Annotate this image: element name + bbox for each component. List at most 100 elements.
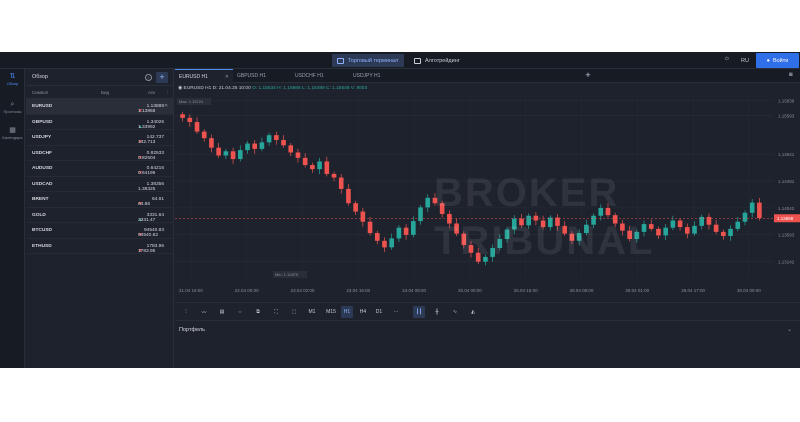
candle-body xyxy=(360,211,366,222)
info-icon[interactable]: i xyxy=(145,74,152,81)
ask-price: 142.737 xyxy=(146,135,164,140)
y-tick-label: 1.14042 xyxy=(778,206,795,211)
indicators-icon[interactable]: ⫶ xyxy=(180,306,192,318)
candle-body xyxy=(194,122,200,132)
area-chart-type-icon[interactable]: ◭ xyxy=(467,306,479,318)
candle-body xyxy=(295,152,301,158)
portfolio-panel: Портфель ⌄ xyxy=(175,320,800,368)
screenshot-camera-icon[interactable]: ◙ xyxy=(789,72,793,78)
remove-symbol-icon[interactable]: ✕ xyxy=(164,104,168,109)
watchlist-row[interactable]: EURUSD ▼ 1.13868 1.13889 ✕ xyxy=(26,99,173,115)
timeframe-h1[interactable]: H1 xyxy=(341,306,353,318)
candle-body xyxy=(230,151,236,160)
login-label: Войти xyxy=(772,57,789,64)
nav-item-forecasts[interactable]: ⌕ Прогнозы xyxy=(0,101,25,114)
y-tick-label: 1.15593 xyxy=(778,113,795,118)
nav-item-label: Обзор xyxy=(6,81,19,86)
compare-icon[interactable]: ⧉ xyxy=(252,306,264,318)
candle-body xyxy=(670,220,676,228)
bid-value: 64.86 xyxy=(138,202,151,207)
candle-body xyxy=(281,139,286,146)
bid-value: 1.38325 xyxy=(138,186,156,192)
ask-price: 1.13889 xyxy=(146,104,164,109)
watchlist-row[interactable]: BTCUSD ▼ 94540.82 94540.83 xyxy=(26,223,173,239)
watchlist-row[interactable]: GBPUSD ▲ 1.33992 1.34026 xyxy=(26,115,173,130)
candle-body xyxy=(374,233,380,241)
watchlist-row[interactable]: AUDUSD ▼ 0.64199 0.64216 xyxy=(26,161,173,177)
theme-toggle-icon[interactable]: ☼ xyxy=(722,55,732,66)
candle-body xyxy=(338,177,344,189)
fit-icon[interactable]: ⇔ xyxy=(234,306,246,318)
ask-price: 1.38356 xyxy=(146,181,164,187)
candle-body xyxy=(317,161,322,170)
fullscreen-icon[interactable]: ⛶ xyxy=(270,306,282,318)
ask-price: 3331.64 xyxy=(146,212,164,218)
more-timeframes-button[interactable]: ··· xyxy=(390,306,402,318)
language-selector[interactable]: RU xyxy=(737,54,753,67)
calendar-icon[interactable]: ▤ xyxy=(216,306,228,318)
user-icon: ● xyxy=(766,57,770,64)
bid-value: 1.33992 xyxy=(138,124,156,130)
legend-visibility-icon[interactable]: ◉ xyxy=(178,86,182,91)
bars-chart-type-icon[interactable]: ╫ xyxy=(431,306,443,318)
add-tab-button[interactable]: + xyxy=(582,69,594,83)
trading-terminal-button[interactable]: Торговый терминал xyxy=(332,54,404,67)
chart-area[interactable]: 1.15839 1.15593 1.14941 1.14491 1.14042 1.135… xyxy=(175,84,800,302)
nav-item-calendar[interactable]: ▦ Календарь xyxy=(0,127,25,140)
ask-price: 64.91 xyxy=(151,197,164,202)
timeframe-m15[interactable]: M15 xyxy=(323,306,339,318)
watchlist-row[interactable]: GOLD ▲ 3331.47 3331.64 xyxy=(26,208,173,223)
tab-gbpusd[interactable]: GBPUSD H1 xyxy=(233,69,291,83)
add-symbol-button[interactable]: + xyxy=(156,72,168,83)
tab-usdchf[interactable]: USDCHF H1 xyxy=(291,69,349,83)
column-bid[interactable]: Бид xyxy=(101,90,109,95)
bid-value: 0.82504 xyxy=(138,155,156,161)
watchlist-panel: Обзор i + Символ Бид Аск ⋮ EURUSD ▼ 1.138… xyxy=(26,69,174,368)
nav-item-overview[interactable]: ⇅ Обзор xyxy=(0,73,25,86)
candle-body xyxy=(721,231,726,237)
watchlist-row[interactable]: USDCAD 1.38325 1.38356 xyxy=(26,177,173,192)
candle-body xyxy=(288,145,294,153)
max-price-label: Max: 1.15724 xyxy=(179,99,204,104)
line-chart-type-icon[interactable]: ∿ xyxy=(449,306,461,318)
column-menu-icon[interactable]: ⋮ xyxy=(165,90,170,96)
candle-body xyxy=(677,220,683,228)
candle-body xyxy=(728,228,733,237)
watchlist-row[interactable]: BRENT ▼ 64.86 64.91 xyxy=(26,192,173,208)
column-symbol[interactable]: Символ xyxy=(32,90,48,95)
watchlist-row[interactable]: ETHUSD ▼ 1783.95 1783.96 xyxy=(26,239,173,254)
market-overview-icon: ⇅ xyxy=(9,73,16,80)
chart-toolbar: ⫶ 〰 ▤ ⇔ ⧉ ⛶ ⬚ M1 M15 H1 H4 D1 ··· ┃┃ ╫ ∿… xyxy=(175,302,800,320)
timeframe-d1[interactable]: D1 xyxy=(373,306,385,318)
save-image-icon[interactable]: ⬚ xyxy=(288,306,300,318)
top-bar: Торговый терминал Алготрейдинг ☼ RU ● Во… xyxy=(0,52,800,69)
algotrading-button[interactable]: Алготрейдинг xyxy=(409,54,471,67)
candle-body xyxy=(692,225,697,234)
trend-line-icon[interactable]: 〰 xyxy=(198,306,210,318)
watchlist-row[interactable]: USDCHF ▼ 0.82504 0.82533 xyxy=(26,146,173,161)
collapse-chevron-icon[interactable]: ⌄ xyxy=(787,326,792,333)
close-tab-icon[interactable]: ✕ xyxy=(225,74,229,80)
watchlist-row[interactable]: USDJPY ▼ 142.713 142.737 xyxy=(26,130,173,146)
bid-value: 1783.95 xyxy=(138,248,156,254)
candle-body xyxy=(180,114,185,118)
candle-body xyxy=(396,227,402,239)
candles-chart-type-icon[interactable]: ┃┃ xyxy=(413,306,425,318)
y-tick-label: 1.13142 xyxy=(778,260,795,265)
timeframe-m1[interactable]: M1 xyxy=(306,306,318,318)
candle-body xyxy=(411,221,416,235)
candle-body xyxy=(310,165,315,170)
tab-eurusd[interactable]: EURUSD H1 ✕ xyxy=(175,69,233,83)
column-ask[interactable]: Аск xyxy=(148,90,155,95)
login-button[interactable]: ● Войти xyxy=(756,53,799,68)
tab-usdjpy[interactable]: USDJPY H1 xyxy=(349,69,407,83)
current-price-label: 1.13868 xyxy=(777,216,794,221)
symbol: BRENT xyxy=(32,197,49,202)
legend-ohlc: O: 1.15534 H: 1.15666 L: 1.15489 C: 1.15… xyxy=(252,86,368,91)
symbol: GOLD xyxy=(32,212,46,218)
candle-body xyxy=(353,203,358,212)
y-tick-label: 1.14941 xyxy=(778,152,795,157)
candle-body xyxy=(187,117,193,123)
watchlist-columns: Символ Бид Аск ⋮ xyxy=(26,86,173,99)
timeframe-h4[interactable]: H4 xyxy=(357,306,369,318)
